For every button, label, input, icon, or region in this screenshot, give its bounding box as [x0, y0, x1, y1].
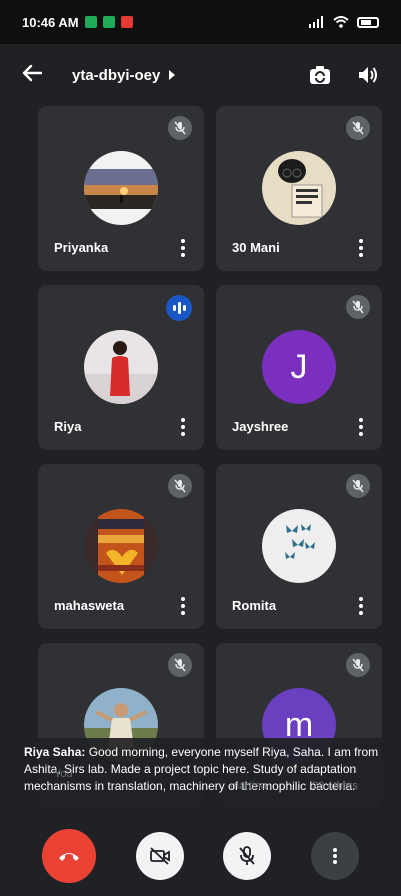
- audio-output-button[interactable]: [357, 64, 379, 86]
- participant-options-button[interactable]: [354, 237, 368, 259]
- more-options-button[interactable]: [311, 832, 360, 880]
- mic-muted-badge: [346, 295, 370, 319]
- others-count-label: 23 others: [312, 780, 358, 792]
- participant-tile[interactable]: Priyanka: [38, 106, 204, 271]
- sunset-photo: [84, 151, 158, 225]
- live-caption: Riya Saha: Good morning, everyone myself…: [0, 738, 401, 816]
- letter-avatar: J: [262, 330, 336, 404]
- more-options-icon: [333, 848, 338, 864]
- participant-name: Priyanka: [54, 240, 109, 255]
- mic-muted-badge: [346, 116, 370, 140]
- participant-name: Jayshree: [232, 419, 289, 434]
- status-bar: 10:46 AM: [0, 0, 401, 44]
- participant-tile[interactable]: 30 Mani: [216, 106, 382, 271]
- app-notification-icon: [102, 16, 115, 28]
- switch-camera-icon: [310, 66, 330, 84]
- mail-icon: [120, 16, 133, 28]
- avatar: [84, 509, 158, 583]
- mic-off-icon: [352, 300, 364, 314]
- back-arrow-icon: [22, 64, 43, 82]
- mic-off-icon: [352, 658, 364, 672]
- mic-off-icon: [174, 121, 186, 135]
- butterflies-photo: [262, 509, 336, 583]
- mic-muted-badge: [346, 653, 370, 677]
- participant-options-button[interactable]: [176, 595, 190, 617]
- portrait-photo: [84, 330, 158, 404]
- participant-options-button[interactable]: [176, 237, 190, 259]
- meeting-info-button[interactable]: yta-dbyi-oey: [72, 67, 176, 84]
- avatar: [84, 151, 158, 225]
- mic-off-icon: [239, 846, 256, 865]
- back-button[interactable]: [22, 62, 52, 88]
- avatar: [262, 151, 336, 225]
- call-controls: [0, 816, 401, 896]
- self-name-label: You: [54, 768, 73, 780]
- mic-off-icon: [352, 121, 364, 135]
- camera-toggle-button[interactable]: [135, 832, 184, 880]
- camera-off-icon: [149, 847, 170, 865]
- speaker-icon: [359, 67, 377, 83]
- call-header: yta-dbyi-oey: [0, 44, 401, 106]
- participant-tile[interactable]: mahasweta: [38, 464, 204, 629]
- wifi-icon: [333, 16, 349, 28]
- battery-icon: [357, 16, 379, 28]
- participant-options-button[interactable]: [354, 416, 368, 438]
- mic-muted-badge: [346, 474, 370, 498]
- participant-name: 30 Mani: [232, 240, 280, 255]
- status-time: 10:46 AM: [22, 14, 79, 30]
- meeting-code: yta-dbyi-oey: [72, 66, 161, 84]
- avatar-initial: J: [290, 347, 308, 386]
- participant-options-button[interactable]: [354, 595, 368, 617]
- whatsapp-icon: [84, 16, 97, 28]
- caption-speaker: Riya Saha:: [24, 745, 86, 759]
- mic-toggle-button[interactable]: [223, 832, 272, 880]
- end-call-button[interactable]: [41, 829, 96, 883]
- participant-tile[interactable]: J Jayshree: [216, 285, 382, 450]
- avatar: [84, 330, 158, 404]
- participant-tile[interactable]: Riya: [38, 285, 204, 450]
- mic-muted-badge: [168, 474, 192, 498]
- artwork-photo: [84, 509, 158, 583]
- mic-off-icon: [174, 658, 186, 672]
- chevron-right-icon: [169, 70, 176, 80]
- switch-camera-button[interactable]: [309, 64, 331, 86]
- mic-muted-badge: [168, 653, 192, 677]
- avatar: [262, 509, 336, 583]
- mic-muted-badge: [168, 116, 192, 140]
- participant-name: martina: [230, 780, 267, 792]
- participant-name: Romita: [232, 598, 277, 613]
- participant-name: Riya: [54, 419, 82, 434]
- participant-name: mahasweta: [54, 598, 125, 613]
- signal-icon: [309, 16, 323, 28]
- mic-off-icon: [352, 479, 364, 493]
- book-photo: [262, 151, 336, 225]
- participant-tile[interactable]: Romita: [216, 464, 382, 629]
- speaking-indicator: [166, 295, 192, 321]
- participant-options-button[interactable]: [176, 416, 190, 438]
- mic-off-icon: [174, 479, 186, 493]
- end-call-icon: [58, 853, 79, 861]
